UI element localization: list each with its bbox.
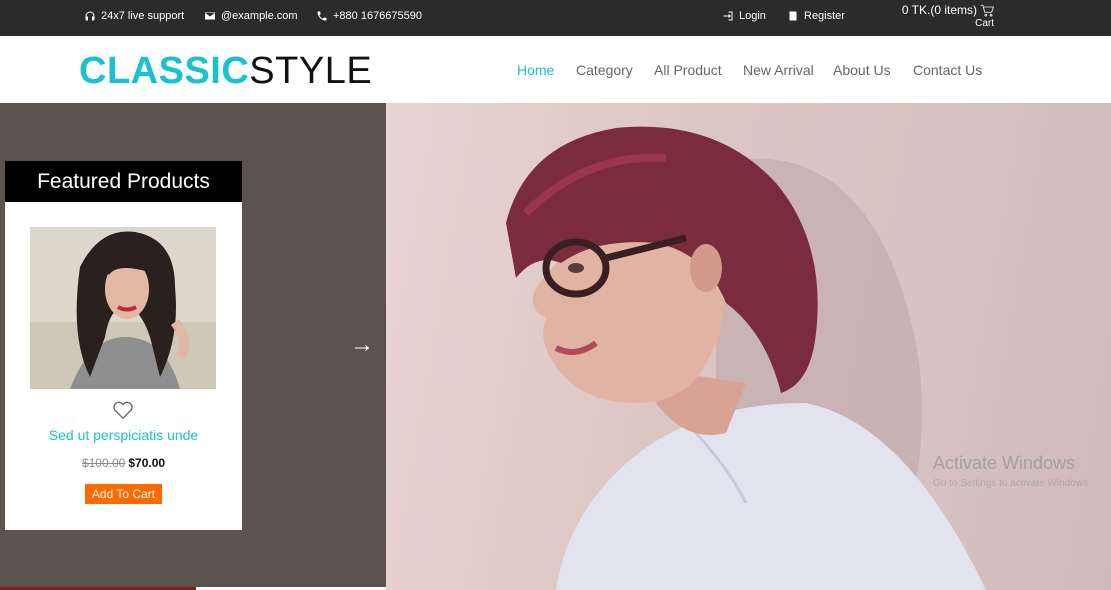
sign-in-icon bbox=[723, 11, 733, 21]
activate-windows-watermark: Activate Windows bbox=[933, 453, 1076, 473]
logo-classic: CLASSIC bbox=[79, 50, 250, 92]
phone-icon bbox=[317, 11, 327, 21]
new-price: $70.00 bbox=[128, 456, 166, 470]
phone-info: +880 1676675590 bbox=[316, 10, 422, 22]
site-header: CLASSICSTYLE Home Category All Product N… bbox=[0, 36, 1111, 103]
add-to-cart-button[interactable]: Add To Cart bbox=[85, 484, 162, 504]
phone-text: +880 1676675590 bbox=[333, 10, 423, 22]
register-link[interactable]: Register bbox=[787, 10, 845, 22]
nav-category[interactable]: Category bbox=[576, 62, 633, 78]
product-photo-illustration bbox=[30, 227, 216, 389]
email-text[interactable]: @example.com bbox=[221, 10, 298, 22]
featured-products-widget: Featured Products Sed ut perspiciatis un… bbox=[5, 161, 242, 530]
support-text: 24x7 live support bbox=[101, 10, 185, 22]
old-price: $100.00 bbox=[81, 456, 126, 470]
wishlist-heart-icon[interactable] bbox=[112, 400, 134, 420]
woman-portrait-illustration bbox=[506, 126, 986, 590]
support-info: 24x7 live support bbox=[84, 10, 184, 22]
logo-style: STYLE bbox=[249, 50, 373, 92]
login-label[interactable]: Login bbox=[739, 10, 766, 22]
cart-icon bbox=[980, 4, 994, 17]
nav-new-arrival[interactable]: New Arrival bbox=[743, 62, 814, 78]
featured-title: Featured Products bbox=[5, 161, 242, 202]
login-link[interactable]: Login bbox=[722, 10, 766, 22]
envelope-icon bbox=[205, 12, 215, 20]
headphones-icon bbox=[85, 11, 95, 21]
next-slide-arrow[interactable]: → bbox=[350, 331, 374, 359]
product-name[interactable]: Sed ut perspiciatis unde bbox=[5, 427, 242, 443]
hero-image bbox=[386, 103, 1111, 590]
nav-home[interactable]: Home bbox=[517, 62, 554, 78]
nav-about-us[interactable]: About Us bbox=[833, 62, 891, 78]
nav-all-product[interactable]: All Product bbox=[654, 62, 722, 78]
cart-summary[interactable]: 0 TK.(0 items) Cart bbox=[898, 3, 994, 29]
email-info[interactable]: @example.com bbox=[204, 10, 298, 22]
hero-banner: → Featured Products Sed ut perspiciatis … bbox=[0, 103, 1111, 590]
book-icon bbox=[789, 11, 797, 21]
activate-windows-subtext: Go to Settings to activate Windows. bbox=[933, 478, 1091, 489]
site-logo[interactable]: CLASSICSTYLE bbox=[79, 50, 372, 93]
cart-label[interactable]: Cart bbox=[898, 18, 994, 29]
top-bar: 24x7 live support @example.com +880 1676… bbox=[0, 0, 1111, 36]
product-price: $100.00 $70.00 bbox=[5, 456, 242, 470]
cart-total[interactable]: 0 TK.(0 items) bbox=[902, 3, 977, 17]
nav-contact-us[interactable]: Contact Us bbox=[913, 62, 982, 78]
product-image[interactable] bbox=[30, 227, 216, 389]
register-label[interactable]: Register bbox=[804, 10, 845, 22]
